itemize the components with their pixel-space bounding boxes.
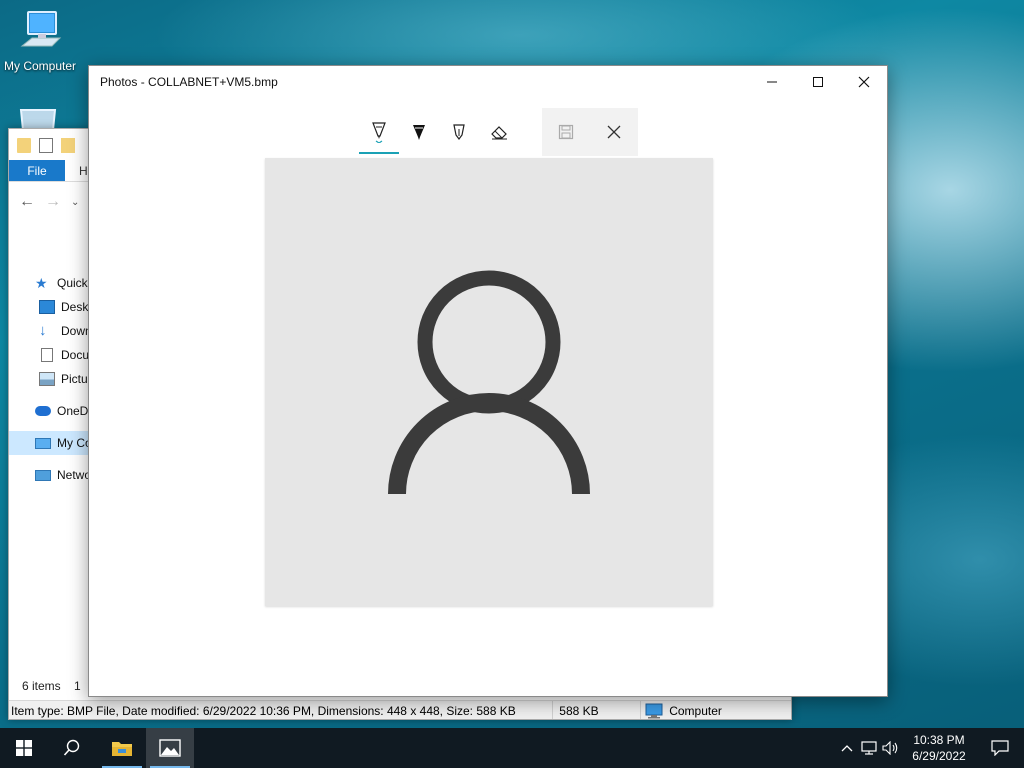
- close-window-button[interactable]: [841, 66, 887, 98]
- status-location: Computer: [641, 701, 791, 719]
- computer-icon: [35, 437, 51, 449]
- status-size: 588 KB: [553, 701, 642, 719]
- close-ink-button[interactable]: [590, 108, 638, 156]
- photos-titlebar[interactable]: Photos - COLLABNET+VM5.bmp: [89, 66, 887, 98]
- forward-arrow-icon[interactable]: →: [45, 193, 61, 213]
- taskbar-photos[interactable]: [146, 728, 194, 768]
- close-icon: [607, 125, 621, 139]
- nav-item-documents[interactable]: Docu: [9, 343, 99, 367]
- calligraphy-pen-icon: [453, 124, 465, 140]
- desktop-icon: [39, 300, 55, 314]
- document-icon: [41, 348, 53, 362]
- system-tray: 10:38 PM 6/29/2022: [836, 728, 1024, 768]
- volume-tray-button[interactable]: [880, 728, 902, 768]
- network-tray-button[interactable]: [858, 728, 880, 768]
- quick-access-toolbar: [17, 135, 75, 155]
- pencil-button[interactable]: [399, 110, 439, 154]
- photos-window[interactable]: Photos - COLLABNET+VM5.bmp: [88, 65, 888, 697]
- navigation-buttons: ← → ⌄: [19, 193, 79, 213]
- close-icon: [858, 76, 870, 88]
- file-explorer-icon: [112, 742, 132, 756]
- taskbar-file-explorer[interactable]: [98, 728, 146, 768]
- search-icon: [63, 739, 80, 756]
- nav-item-label: Quick: [57, 276, 88, 290]
- taskbar-clock[interactable]: 10:38 PM 6/29/2022: [902, 732, 976, 764]
- clock-date: 6/29/2022: [912, 749, 966, 763]
- nav-item-label: Netwo: [57, 468, 92, 482]
- cloud-icon: [35, 406, 51, 416]
- windows-logo-icon: [16, 740, 32, 756]
- maximize-button[interactable]: [795, 66, 841, 98]
- minimize-button[interactable]: [749, 66, 795, 98]
- nav-item-pictures[interactable]: Pictu: [9, 367, 99, 391]
- new-folder-icon[interactable]: [61, 137, 75, 153]
- minimize-icon: [767, 81, 777, 83]
- ink-actions-group: [542, 108, 638, 156]
- maximize-icon: [813, 77, 823, 87]
- save-icon: [558, 124, 574, 140]
- network-icon: [861, 741, 877, 755]
- back-arrow-icon[interactable]: ←: [19, 193, 35, 213]
- network-icon: [35, 469, 51, 481]
- eraser-icon: [491, 126, 507, 140]
- desktop-icon-my-computer[interactable]: My Computer: [0, 8, 80, 73]
- chevron-up-icon: [841, 745, 853, 752]
- computer-icon: [645, 703, 663, 719]
- nav-item-downloads[interactable]: ↓ Down: [9, 319, 99, 343]
- action-center-button[interactable]: [976, 728, 1024, 768]
- start-button[interactable]: [0, 728, 48, 768]
- nav-item-my-computer[interactable]: My Co: [9, 431, 99, 455]
- user-avatar-icon: [388, 270, 590, 495]
- download-arrow-icon: ↓: [39, 322, 47, 339]
- search-button[interactable]: [48, 728, 96, 768]
- status-location-label: Computer: [669, 703, 722, 718]
- ink-toolbar: [359, 108, 638, 156]
- star-icon: ★: [35, 275, 48, 291]
- clock-time: 10:38 PM: [913, 733, 965, 747]
- nav-item-desktop[interactable]: Deskt: [9, 295, 99, 319]
- recycle-bin-icon: [19, 109, 57, 131]
- calligraphy-pen-button[interactable]: [439, 110, 479, 154]
- ribbon-tab-home[interactable]: H: [65, 160, 88, 181]
- nav-item-network[interactable]: Netwo: [9, 463, 99, 487]
- eraser-button[interactable]: [479, 110, 519, 154]
- recent-chevron-down-icon[interactable]: ⌄: [71, 193, 79, 213]
- properties-checkbox-icon[interactable]: [39, 137, 53, 153]
- desktop-icon-label: My Computer: [3, 59, 77, 73]
- window-title: Photos - COLLABNET+VM5.bmp: [100, 75, 278, 89]
- speaker-icon: [882, 741, 898, 755]
- computer-icon: [20, 11, 62, 47]
- nav-item-label: Docu: [61, 348, 90, 362]
- status-bar: Item type: BMP File, Date modified: 6/29…: [9, 700, 791, 719]
- ballpoint-pen-icon: [372, 122, 386, 143]
- folder-icon: [17, 137, 31, 153]
- save-button[interactable]: [542, 108, 590, 156]
- notification-icon: [991, 740, 1009, 756]
- nav-item-label: Pictu: [61, 372, 88, 386]
- show-hidden-icons-button[interactable]: [836, 728, 858, 768]
- item-count-label: 6 items 1: [22, 679, 81, 693]
- ballpoint-pen-button[interactable]: [359, 110, 399, 154]
- nav-item-onedrive[interactable]: OneDr: [9, 399, 99, 423]
- nav-item-quick-access[interactable]: ★ Quick: [9, 271, 99, 295]
- nav-item-label: My Co: [57, 436, 92, 450]
- status-details: Item type: BMP File, Date modified: 6/29…: [9, 701, 554, 719]
- pictures-icon: [39, 372, 55, 386]
- navigation-pane: ★ Quick Deskt ↓ Down Docu Pictu OneDr My…: [9, 271, 99, 487]
- pencil-icon: [413, 125, 425, 140]
- taskbar: 10:38 PM 6/29/2022: [0, 728, 1024, 768]
- image-canvas[interactable]: [265, 158, 713, 606]
- photos-app-icon: [159, 739, 181, 757]
- ribbon-tab-file[interactable]: File: [9, 160, 65, 181]
